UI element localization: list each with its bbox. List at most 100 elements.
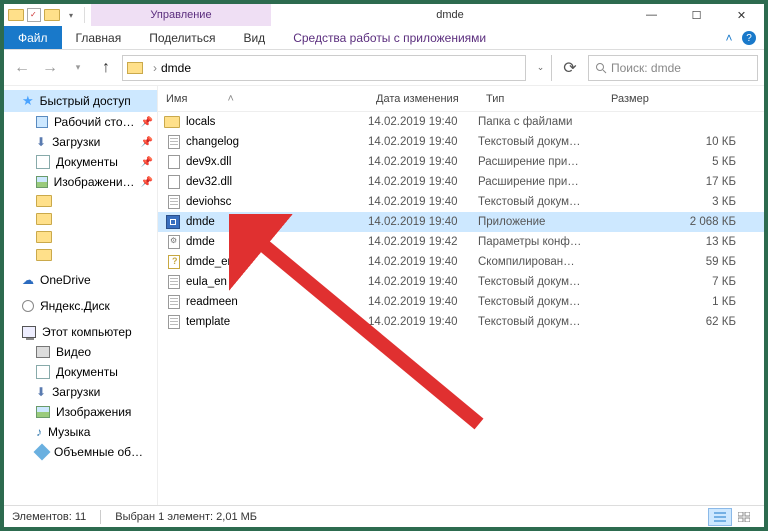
nav-downloads[interactable]: ⬇Загрузки📌 — [4, 132, 157, 152]
file-type: Расширение при… — [478, 176, 603, 188]
navigation-bar: ← → ▾ ↑ › dmde ⌄ ⟳ Поиск: dmde — [4, 50, 764, 86]
navigation-pane: ★Быстрый доступ Рабочий сто…📌 ⬇Загрузки📌… — [4, 86, 158, 505]
nav-videos[interactable]: Видео — [4, 342, 157, 362]
file-size: 17 КБ — [603, 176, 764, 188]
window-title: dmde — [271, 4, 629, 26]
file-row[interactable]: deviohsc14.02.2019 19:40Текстовый докум…… — [158, 192, 764, 212]
search-box[interactable]: Поиск: dmde — [588, 55, 758, 81]
nav-downloads-pc[interactable]: ⬇Загрузки — [4, 382, 157, 402]
col-name[interactable]: Имя˄ — [158, 93, 368, 105]
tab-home[interactable]: Главная — [62, 26, 136, 49]
address-bar[interactable]: › dmde — [122, 55, 526, 81]
file-type-icon — [158, 275, 186, 289]
file-type-icon — [158, 155, 186, 169]
nav-recent-1[interactable] — [4, 192, 157, 210]
recent-locations-icon[interactable]: ▾ — [66, 56, 90, 80]
file-name: dev9x.dll — [186, 156, 368, 168]
pin-icon: 📌 — [141, 157, 153, 168]
qat-new-folder-icon[interactable] — [44, 7, 60, 23]
content-area: ★Быстрый доступ Рабочий сто…📌 ⬇Загрузки📌… — [4, 86, 764, 505]
grid-icon — [738, 512, 750, 522]
status-bar: Элементов: 11 Выбран 1 элемент: 2,01 МБ — [4, 505, 764, 527]
nav-pictures-pc[interactable]: Изображения — [4, 402, 157, 422]
file-row[interactable]: eula_en14.02.2019 19:40Текстовый докум…7… — [158, 272, 764, 292]
app-icon[interactable] — [8, 7, 24, 23]
file-row[interactable]: dev32.dll14.02.2019 19:40Расширение при…… — [158, 172, 764, 192]
forward-button[interactable]: → — [38, 56, 62, 80]
cube-icon — [34, 444, 51, 461]
file-type: Расширение при… — [478, 156, 603, 168]
tab-app-tools[interactable]: Средства работы с приложениями — [279, 26, 500, 49]
file-type-icon — [158, 116, 186, 128]
nav-documents[interactable]: Документы📌 — [4, 152, 157, 172]
file-date: 14.02.2019 19:40 — [368, 196, 478, 208]
minimize-button[interactable]: — — [629, 4, 674, 26]
file-name: eula_en — [186, 276, 368, 288]
tab-share[interactable]: Поделиться — [135, 26, 229, 49]
file-row[interactable]: dmde14.02.2019 19:42Параметры конф…13 КБ — [158, 232, 764, 252]
status-item-count: Элементов: 11 — [12, 511, 86, 523]
nav-desktop[interactable]: Рабочий сто…📌 — [4, 112, 157, 132]
file-row[interactable]: dev9x.dll14.02.2019 19:40Расширение при…… — [158, 152, 764, 172]
nav-this-pc[interactable]: Этот компьютер — [4, 322, 157, 342]
qat-dropdown-icon[interactable]: ▾ — [63, 7, 79, 23]
nav-recent-4[interactable] — [4, 246, 157, 264]
file-row[interactable]: changelog14.02.2019 19:40Текстовый докум… — [158, 132, 764, 152]
list-icon — [714, 512, 726, 522]
file-type-icon — [158, 175, 186, 189]
file-date: 14.02.2019 19:40 — [368, 296, 478, 308]
nav-recent-3[interactable] — [4, 228, 157, 246]
ribbon-toggle-icon[interactable]: ˄ — [716, 26, 742, 49]
file-date: 14.02.2019 19:42 — [368, 236, 478, 248]
folder-icon — [36, 231, 52, 243]
pictures-icon — [36, 406, 50, 418]
thumbnails-view-button[interactable] — [732, 508, 756, 526]
address-dropdown-icon[interactable]: ⌄ — [530, 55, 552, 81]
tab-file[interactable]: Файл — [4, 26, 62, 49]
nav-recent-2[interactable] — [4, 210, 157, 228]
close-button[interactable]: ✕ — [719, 4, 764, 26]
refresh-button[interactable]: ⟳ — [556, 55, 584, 81]
nav-quick-access[interactable]: ★Быстрый доступ — [4, 90, 157, 112]
file-row[interactable]: dmde_en14.02.2019 19:40Скомпилирован…59 … — [158, 252, 764, 272]
nav-3d-objects[interactable]: Объемные об… — [4, 442, 157, 462]
file-name: template — [186, 316, 368, 328]
file-date: 14.02.2019 19:40 — [368, 256, 478, 268]
tab-view[interactable]: Вид — [229, 26, 279, 49]
maximize-button[interactable]: ☐ — [674, 4, 719, 26]
file-name: dmde_en — [186, 256, 368, 268]
nav-documents-pc[interactable]: Документы — [4, 362, 157, 382]
file-type-icon — [158, 135, 186, 149]
col-type[interactable]: Тип — [478, 93, 603, 105]
file-type-icon — [158, 195, 186, 209]
file-name: deviohsc — [186, 196, 368, 208]
nav-pictures[interactable]: Изображени…📌 — [4, 172, 157, 192]
col-date[interactable]: Дата изменения — [368, 93, 478, 105]
nav-onedrive[interactable]: ☁OneDrive — [4, 270, 157, 290]
details-view-button[interactable] — [708, 508, 732, 526]
file-type: Текстовый докум… — [478, 296, 603, 308]
help-icon[interactable]: ? — [742, 31, 756, 45]
file-date: 14.02.2019 19:40 — [368, 176, 478, 188]
back-button[interactable]: ← — [10, 56, 34, 80]
qat-properties-icon[interactable]: ✓ — [27, 8, 41, 22]
col-size[interactable]: Размер — [603, 93, 764, 105]
file-date: 14.02.2019 19:40 — [368, 156, 478, 168]
breadcrumb-folder[interactable]: dmde — [161, 61, 191, 75]
status-selection: Выбран 1 элемент: 2,01 МБ — [115, 511, 257, 523]
file-type-icon — [158, 255, 186, 269]
file-row[interactable]: locals14.02.2019 19:40Папка с файлами — [158, 112, 764, 132]
music-icon: ♪ — [36, 425, 42, 439]
up-button[interactable]: ↑ — [94, 56, 118, 80]
explorer-window: ✓ ▾ Управление dmde — ☐ ✕ Файл Главная П… — [0, 0, 768, 531]
file-row[interactable]: dmde14.02.2019 19:40Приложение2 068 КБ — [158, 212, 764, 232]
star-icon: ★ — [22, 93, 34, 109]
nav-yandex-disk[interactable]: Яндекс.Диск — [4, 296, 157, 316]
pin-icon: 📌 — [141, 177, 153, 188]
breadcrumb-separator-icon[interactable]: › — [153, 61, 157, 75]
file-date: 14.02.2019 19:40 — [368, 276, 478, 288]
file-row[interactable]: readmeen14.02.2019 19:40Текстовый докум…… — [158, 292, 764, 312]
file-row[interactable]: template14.02.2019 19:40Текстовый докум…… — [158, 312, 764, 332]
file-type: Скомпилирован… — [478, 256, 603, 268]
nav-music[interactable]: ♪Музыка — [4, 422, 157, 442]
